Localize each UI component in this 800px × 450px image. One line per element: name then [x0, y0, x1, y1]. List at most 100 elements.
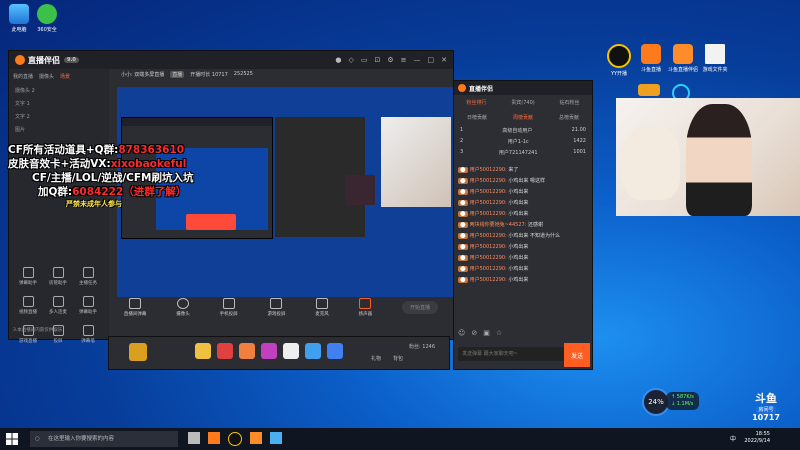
rank-row[interactable]: 2 用户1-1c 1422	[454, 136, 592, 147]
chat-message: ⬤ 用户50012290: 小鸡出来	[458, 211, 529, 217]
danmu-icon	[82, 296, 94, 307]
tool-item[interactable]: 视频直播	[13, 296, 43, 315]
windows-start-icon[interactable]	[6, 433, 18, 445]
promo-warning: 严禁未成年人参与	[66, 200, 122, 208]
screen-icon	[129, 297, 142, 309]
desktop-icon-label: 斗鱼直播伴侣	[668, 67, 699, 73]
logo-icon	[15, 55, 25, 65]
emoji-icon[interactable]: ☺	[458, 329, 465, 337]
douyu-taskbar-icon[interactable]	[208, 432, 220, 444]
game-cast-button[interactable]: 游戏投屏	[267, 297, 285, 317]
yy-taskbar-icon[interactable]	[228, 432, 242, 446]
file-icon	[705, 44, 725, 64]
chat-tabs: 粉丝排行 贵宾(740) 钻石粉丝	[454, 95, 592, 110]
block-icon[interactable]: ⊘	[471, 329, 477, 337]
rank-row[interactable]: 3 用户721147241 1001	[454, 147, 592, 158]
tab-my-live[interactable]: 我的直播	[13, 73, 33, 80]
rank-row[interactable]: 1 高级自动用户 21.00	[454, 125, 592, 136]
tool-item[interactable]: 主播任务	[73, 267, 103, 286]
companion-taskbar-icon[interactable]	[250, 432, 262, 444]
send-button[interactable]: 发送	[564, 343, 590, 367]
tab-diamond[interactable]: 钻石粉丝	[560, 99, 580, 106]
gift-label[interactable]: 礼物	[371, 355, 381, 362]
promo-line-4: 加Q群:6084222（进群了解）	[38, 186, 187, 198]
mic-icon	[316, 297, 329, 309]
image-icon[interactable]: ▣	[483, 329, 490, 337]
tool-item[interactable]: 房管助手	[43, 267, 73, 286]
diamond-icon[interactable]	[304, 343, 321, 359]
mic-button[interactable]: 麦克风	[315, 297, 329, 317]
desktop-icon-folder[interactable]: 游戏文件夹	[700, 44, 730, 73]
brand-name: 斗鱼	[755, 392, 777, 405]
maximize-icon[interactable]: □	[428, 56, 435, 64]
task-view-icon[interactable]	[188, 432, 200, 444]
chat-message: ⬤ 用户50012290: 小鸡出来	[458, 244, 529, 250]
level-badge: ⬤	[458, 277, 468, 283]
taskbar-search[interactable]: ○ 在这里输入你要搜索的内容	[30, 431, 178, 447]
skin-icon[interactable]: ◇	[348, 56, 353, 64]
tab-weekly[interactable]: 周榜贡献	[513, 114, 533, 121]
desktop-icon-label: 此电脑	[11, 27, 27, 33]
gift-icon[interactable]	[195, 343, 211, 359]
level-badge: ⬤	[458, 233, 468, 239]
tool-item[interactable]: 弹幕墙	[73, 325, 103, 344]
app-taskbar-icon[interactable]	[270, 432, 282, 444]
promo-line-2: 皮肤音效卡+活动VX:xixobaokeful	[8, 158, 187, 170]
star-icon[interactable]: ☆	[496, 329, 502, 337]
camera-icon	[177, 297, 190, 309]
gamepad-icon	[270, 297, 283, 309]
tool-item[interactable]: 多人连麦	[43, 296, 73, 315]
avatar[interactable]: ●	[335, 56, 341, 64]
scene-item[interactable]: 摄像头 2	[9, 84, 109, 97]
app-name: 直播伴侣	[28, 55, 60, 65]
tool-item[interactable]: 弹幕助手	[13, 267, 43, 286]
start-live-button[interactable]: 开始直播	[401, 300, 438, 314]
tab-daily[interactable]: 日榜贡献	[467, 114, 487, 121]
desktop-icon-douyu-companion[interactable]: 斗鱼直播伴侣	[668, 44, 698, 73]
desktop-icon-360[interactable]: 360安全	[32, 4, 62, 33]
sparkle-icon[interactable]	[326, 343, 343, 359]
shortcut-icon[interactable]	[638, 84, 660, 96]
task-icon	[82, 267, 94, 278]
input-language[interactable]: 中	[730, 434, 736, 443]
system-clock[interactable]: 18:55 2022/9/14	[744, 431, 770, 445]
nested-overlay	[345, 175, 375, 205]
danmu-icon	[22, 267, 34, 278]
tab-vip[interactable]: 贵宾(740)	[511, 99, 534, 106]
tab-fan-rank[interactable]: 粉丝排行	[466, 99, 486, 106]
tab-total[interactable]: 总榜贡献	[559, 114, 579, 121]
trophy-icon[interactable]	[129, 343, 147, 361]
speaker-button[interactable]: 扬声器	[359, 297, 372, 317]
camera-button[interactable]: 摄像头	[176, 297, 190, 317]
plane-icon[interactable]	[238, 343, 255, 359]
chat-message: ⬤ 两块钱你要她兔~44527: 还感谢	[458, 222, 543, 228]
chat-input[interactable]: 发送弹幕 跟大家聊天吧~	[458, 347, 564, 361]
close-icon[interactable]: ✕	[441, 56, 447, 64]
danmu-button[interactable]: 直播间弹幕	[124, 297, 146, 317]
minimize-icon[interactable]: —	[414, 56, 421, 64]
gift-icon[interactable]: ⊡	[374, 56, 380, 64]
car-icon[interactable]	[260, 343, 277, 359]
chat-subtabs: 日榜贡献 周榜贡献 总榜贡献	[454, 110, 592, 125]
rocket-icon[interactable]	[216, 343, 233, 359]
tab-scene[interactable]: 场景	[60, 73, 70, 80]
phone-cast-button[interactable]: 手机投屏	[220, 297, 238, 317]
desktop-icon-douyu[interactable]: 斗鱼直播	[636, 44, 666, 73]
scene-item[interactable]: 文字 1	[9, 97, 109, 110]
desktop-icon-yy[interactable]: YY开播	[604, 44, 634, 77]
scene-item[interactable]: 图片	[9, 123, 109, 136]
clock-date: 2022/9/14	[744, 438, 770, 444]
chat-message: ⬤ 用户50012290: 来了	[458, 167, 519, 173]
menu-icon[interactable]: ≡	[401, 56, 407, 64]
tab-camera[interactable]: 摄像头	[39, 73, 54, 80]
backpack-label[interactable]: 背包	[393, 355, 403, 362]
desktop-icon-computer[interactable]: 此电脑	[4, 4, 34, 33]
settings-icon[interactable]: ⚙	[387, 56, 393, 64]
douyu-companion-icon	[673, 44, 693, 64]
scene-item[interactable]: 文字 2	[9, 110, 109, 123]
tool-item[interactable]: 弹幕助手	[73, 296, 103, 315]
fan-count: 粉丝: 1246	[409, 344, 435, 350]
footer-note: 3.本直播间内容仅供娱乐	[13, 328, 63, 333]
message-icon[interactable]: ▭	[361, 56, 368, 64]
cat-gift-icon[interactable]	[282, 343, 299, 359]
